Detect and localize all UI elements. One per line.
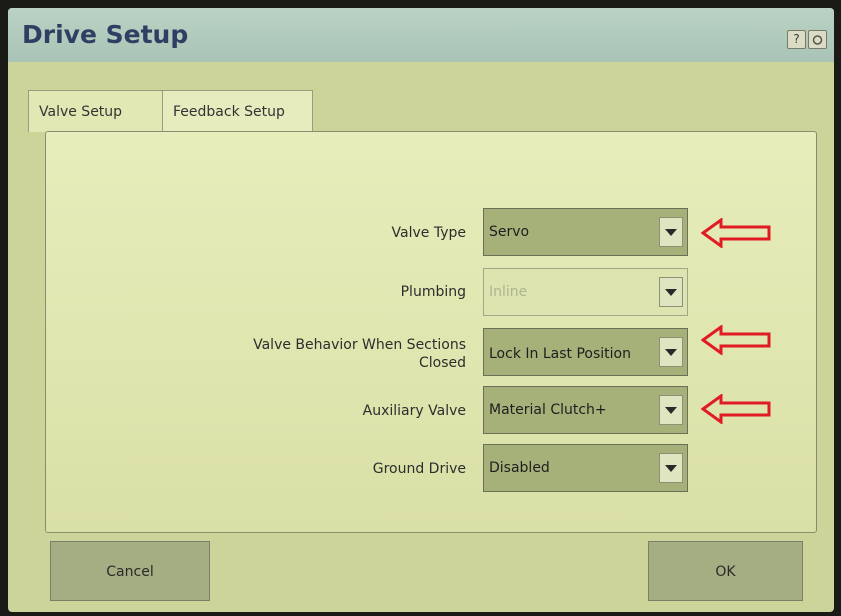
help-icon[interactable]: ? <box>787 30 806 49</box>
valve-behavior-value: Lock In Last Position <box>489 346 631 362</box>
valve-setup-panel: Valve Type Servo Plumbing Inline Valve B… <box>45 131 817 533</box>
drive-setup-screen: Drive Setup ? Valve Setup Feedback Setup… <box>8 8 834 612</box>
chevron-down-icon[interactable] <box>659 395 683 425</box>
valve-behavior-label: Valve Behavior When Sections Closed <box>46 336 466 372</box>
valve-behavior-dropdown[interactable]: Lock In Last Position <box>483 328 688 376</box>
auxiliary-valve-label: Auxiliary Valve <box>362 403 466 419</box>
tab-valve-setup[interactable]: Valve Setup <box>28 90 163 132</box>
annotation-arrow-icon <box>701 394 771 424</box>
chevron-down-icon <box>659 277 683 307</box>
valve-type-value: Servo <box>489 224 530 240</box>
plumbing-dropdown: Inline <box>483 268 688 316</box>
title-bar: Drive Setup ? <box>8 8 834 62</box>
valve-type-dropdown[interactable]: Servo <box>483 208 688 256</box>
ground-drive-value: Disabled <box>489 460 550 476</box>
auxiliary-valve-dropdown[interactable]: Material Clutch+ <box>483 386 688 434</box>
valve-type-label: Valve Type <box>391 225 466 241</box>
valve-behavior-label-line2: Closed <box>418 355 466 371</box>
cancel-button[interactable]: Cancel <box>50 541 210 601</box>
ground-drive-label: Ground Drive <box>372 461 466 477</box>
camera-icon[interactable] <box>808 30 827 49</box>
chevron-down-icon[interactable] <box>659 217 683 247</box>
annotation-arrow-icon <box>701 218 771 248</box>
tab-feedback-setup[interactable]: Feedback Setup <box>163 90 313 132</box>
annotation-arrow-icon <box>701 325 771 355</box>
valve-behavior-label-line1: Valve Behavior When Sections <box>253 337 466 353</box>
auxiliary-valve-value: Material Clutch+ <box>489 402 607 418</box>
window-title: Drive Setup <box>22 20 189 49</box>
chevron-down-icon[interactable] <box>659 337 683 367</box>
ground-drive-dropdown[interactable]: Disabled <box>483 444 688 492</box>
ok-button[interactable]: OK <box>648 541 803 601</box>
plumbing-value: Inline <box>489 284 528 300</box>
chevron-down-icon[interactable] <box>659 453 683 483</box>
plumbing-label: Plumbing <box>400 284 466 300</box>
